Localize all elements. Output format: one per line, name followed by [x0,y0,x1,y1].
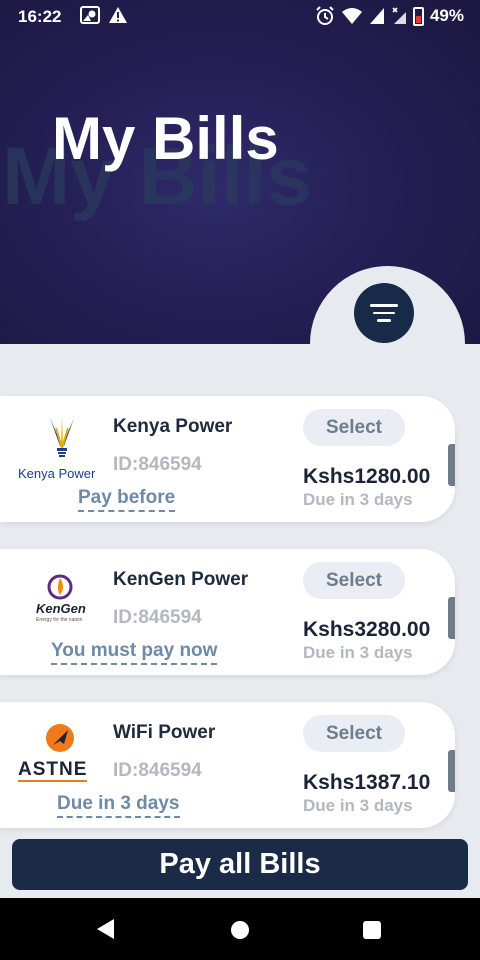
select-button[interactable]: Select [303,715,405,752]
recent-apps-icon[interactable] [363,921,381,939]
bill-provider-name: Kenya Power [113,416,233,437]
bill-card-wifi-power[interactable]: ASTNE WiFi Power ID:846594 Due in 3 days… [0,702,455,828]
warning-icon [109,7,127,23]
kengen-logo: KenGen Energy for the nation [20,565,104,637]
bill-id: ID:846594 [113,760,202,781]
select-button[interactable]: Select [303,562,405,599]
wifi-power-logo-icon [46,724,74,752]
status-right-icons: 49% [315,6,464,26]
status-left-icons [80,6,128,24]
bill-note-link[interactable]: Due in 3 days [57,793,180,818]
battery-icon [412,6,424,26]
bill-id: ID:846594 [113,454,202,475]
bill-note-link[interactable]: Pay before [78,487,176,512]
home-icon[interactable] [231,921,249,939]
filter-icon-line-2 [373,311,395,315]
kengen-logo-subtext: Energy for the nation [36,617,83,623]
battery-percent: 49% [429,6,464,25]
android-nav-bar [0,898,480,960]
bill-amount: Kshs1280.00 [303,465,431,488]
kenya-power-logo-icon [50,416,74,457]
bill-amount: Kshs3280.00 [303,618,431,641]
image-icon [80,6,100,24]
bill-due-text: Due in 3 days [303,796,413,815]
alarm-icon [316,6,334,25]
page-title: My Bills [52,105,279,172]
bill-id: ID:846594 [113,607,202,628]
bill-provider-name: KenGen Power [113,569,249,590]
wifi-power-logo: ASTNE [18,718,104,790]
kengen-logo-text: KenGen [36,601,86,616]
bill-card-kenya-power[interactable]: Kenya Power Kenya Power ID:846594 Pay be… [0,396,455,522]
bill-note-link[interactable]: You must pay now [51,640,218,665]
filter-button[interactable] [354,283,414,343]
card-edge-handle[interactable] [448,444,455,486]
bill-card-kengen-power[interactable]: KenGen Energy for the nation KenGen Powe… [0,549,455,675]
filter-icon-line-1 [370,304,398,307]
status-time: 16:22 [18,7,62,26]
bill-amount: Kshs1387.10 [303,771,431,794]
bill-due-text: Due in 3 days [303,490,413,509]
select-button[interactable]: Select [303,409,405,446]
kenya-power-logo: Kenya Power [18,412,104,484]
signal-icon [369,8,384,24]
kenya-power-logo-text: Kenya Power [18,466,96,481]
card-edge-handle[interactable] [448,597,455,639]
bill-due-text: Due in 3 days [303,643,413,662]
back-icon[interactable] [97,919,114,939]
filter-icon-line-3 [377,319,391,322]
wifi-power-logo-text: ASTNE [18,759,88,782]
status-bar: 16:22 49% [0,0,480,32]
pay-all-bills-button[interactable]: Pay all Bills [12,839,468,890]
bill-provider-name: WiFi Power [113,722,216,743]
kengen-logo-icon [47,574,73,600]
card-edge-handle[interactable] [448,750,455,792]
signal-x-icon [392,7,406,24]
wifi-icon [341,8,362,24]
